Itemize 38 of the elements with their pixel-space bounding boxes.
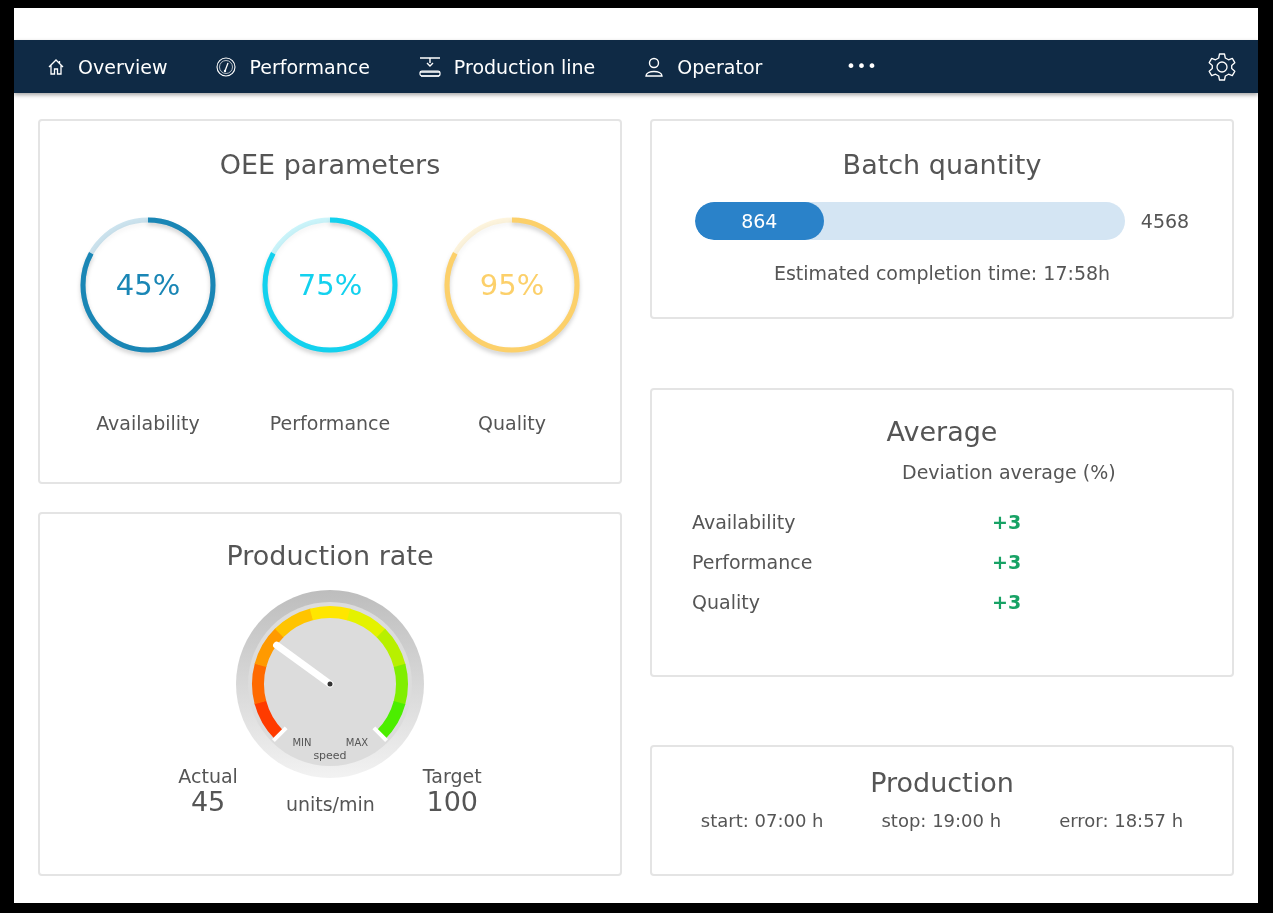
- parameter-label: Performance: [269, 412, 391, 434]
- parameter-label: Quality: [478, 412, 546, 434]
- time-label: stop: 19:00 h: [881, 810, 1002, 831]
- row-label: Performance: [692, 550, 814, 573]
- row-label: Availability: [692, 510, 797, 533]
- actual-label: Actual: [178, 765, 238, 787]
- column-header: Deviation average (%): [902, 460, 1117, 483]
- card-title: Batch quantity: [842, 149, 1042, 180]
- time-label: error: 18:57 h: [1059, 810, 1184, 831]
- nav-tab[interactable]: Performance: [215, 55, 370, 78]
- time-label: start: 07:00 h: [700, 810, 824, 831]
- card-title: OEE parameters: [219, 149, 441, 180]
- deviation-value: +3: [992, 550, 1023, 573]
- gauge-icon: [215, 55, 238, 78]
- total-count: 4568: [1140, 210, 1190, 232]
- settings-icon[interactable]: [1206, 50, 1238, 83]
- card-title: Production: [870, 767, 1014, 798]
- card-title: Average: [886, 415, 998, 447]
- unit-label: units/min: [285, 792, 375, 817]
- nav-tab[interactable]: Overview: [46, 55, 168, 78]
- deviation-value: +3: [992, 590, 1023, 613]
- target-label: Target: [422, 765, 482, 787]
- nav-tab[interactable]: Production line: [417, 55, 596, 78]
- row-label: Quality: [692, 590, 761, 613]
- person-icon: [643, 55, 666, 78]
- deviation-value: +3: [992, 510, 1023, 533]
- parameter-label: Availability: [96, 412, 200, 434]
- nav-tab[interactable]: Operator: [643, 55, 763, 78]
- actual-value: 45: [190, 787, 226, 817]
- more-button[interactable]: •••: [846, 57, 878, 76]
- completion-estimate: Estimated completion time: 17:58h: [773, 262, 1111, 284]
- percent-value: 95%: [479, 268, 545, 302]
- target-value: 100: [426, 787, 478, 817]
- done-count: 864: [741, 210, 778, 232]
- percent-value: 45%: [115, 268, 181, 302]
- card-title: Production rate: [226, 540, 434, 571]
- conveyor-icon: [417, 55, 442, 78]
- percent-value: 75%: [297, 268, 363, 302]
